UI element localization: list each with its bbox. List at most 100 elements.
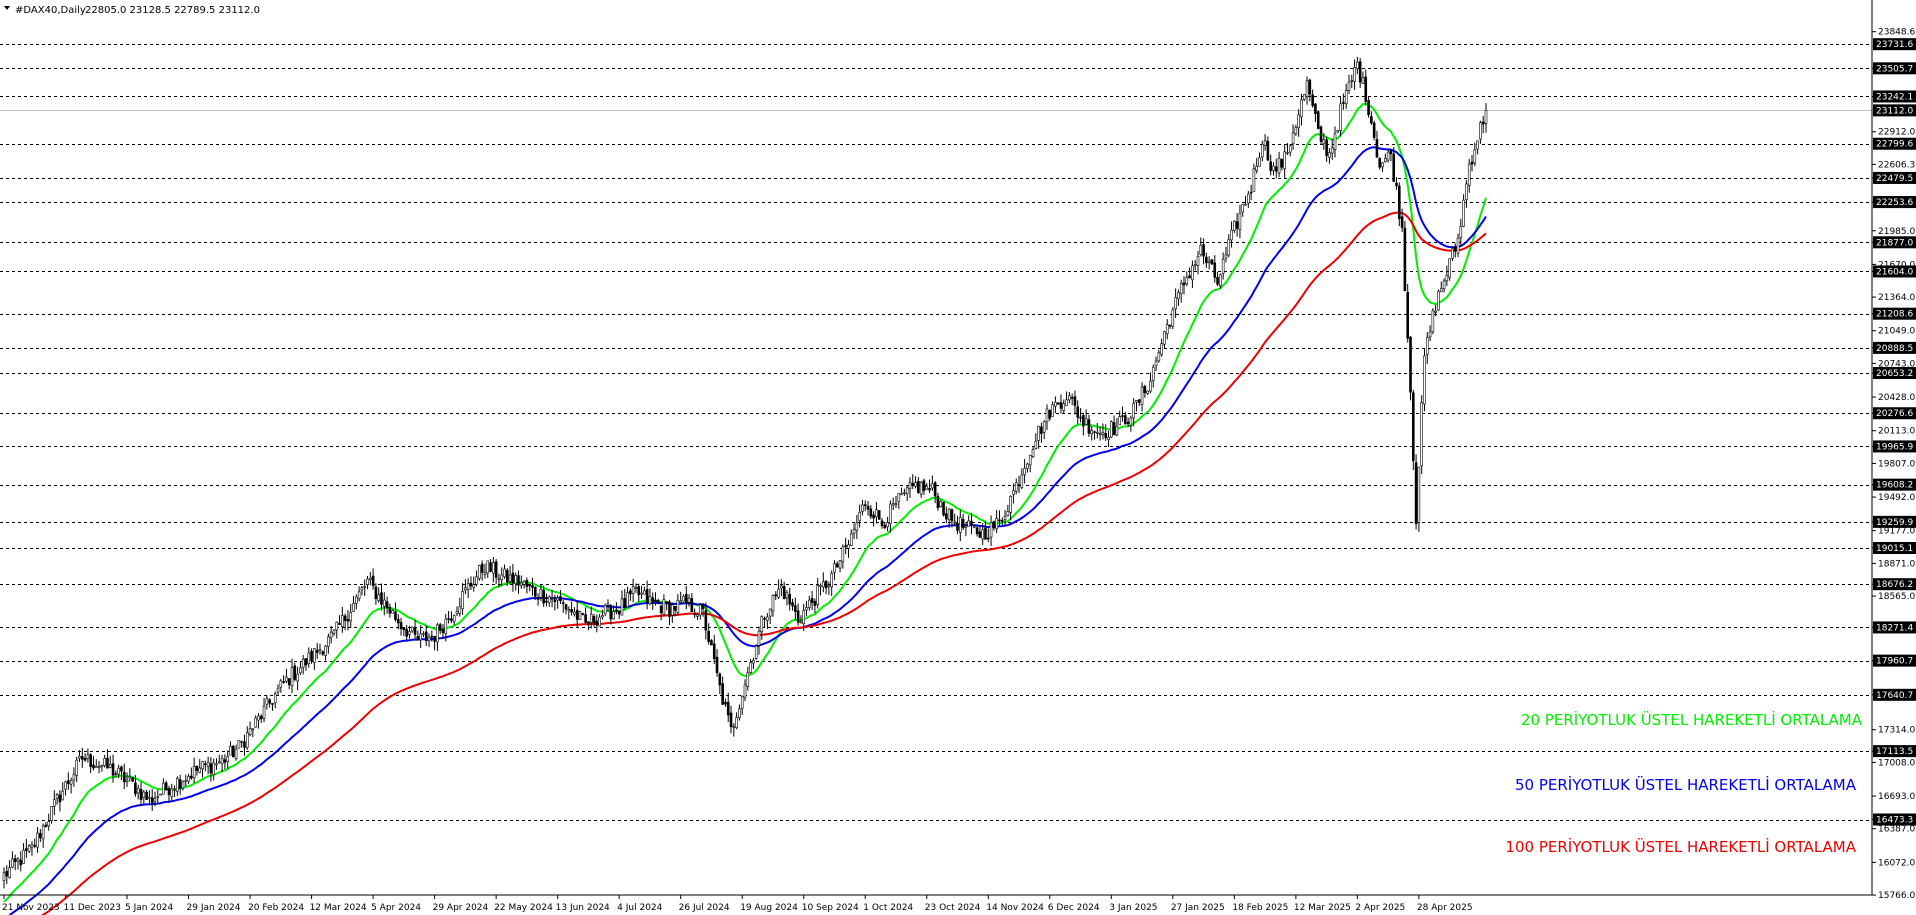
- level-price-label: 20276.6: [1876, 409, 1913, 419]
- candle-body: [422, 633, 425, 635]
- candle-body: [458, 606, 462, 614]
- candle-body: [788, 594, 792, 605]
- candle-body: [894, 503, 898, 505]
- level-price-label: 19965.9: [1876, 442, 1913, 452]
- candle-body: [218, 761, 221, 764]
- candle-body: [735, 717, 738, 729]
- candle-body: [1154, 360, 1158, 367]
- candle-body: [1056, 402, 1060, 405]
- candle-body: [508, 574, 512, 583]
- candle-body: [494, 561, 498, 578]
- candle-body: [1235, 221, 1239, 229]
- candle-body: [978, 531, 982, 538]
- candle-body: [1389, 150, 1393, 155]
- candle-body: [1163, 331, 1166, 345]
- candle-body: [313, 648, 316, 663]
- candle-body: [808, 599, 811, 608]
- candle-body: [1403, 227, 1407, 291]
- candle-body: [131, 777, 134, 782]
- candle-body: [547, 596, 551, 603]
- candle-body: [682, 595, 685, 602]
- candle-body: [715, 656, 719, 673]
- triangle-down-icon[interactable]: [4, 6, 10, 10]
- candle-body: [1199, 244, 1203, 255]
- candle-body: [1070, 396, 1074, 399]
- y-tick-label: 21364.0: [1878, 293, 1915, 303]
- candle-body: [634, 587, 638, 589]
- candle-body: [1003, 516, 1007, 520]
- candle-body: [489, 562, 492, 572]
- y-tick-label: 16072.0: [1878, 858, 1915, 868]
- candle-body: [461, 590, 464, 610]
- candle-body: [550, 598, 554, 600]
- x-tick-label: 26 Jul 2024: [679, 903, 730, 913]
- candle-body: [1375, 139, 1379, 158]
- level-price-label: 21877.0: [1876, 238, 1913, 248]
- candle-body: [866, 505, 870, 510]
- candle-body: [953, 521, 957, 524]
- candle-body: [805, 607, 808, 611]
- ema-50-line: [8, 146, 1487, 915]
- candle-body: [662, 599, 666, 615]
- candle-body: [1101, 432, 1105, 435]
- price-axis: 23848.6 23505.7 23242.1 22912.0 22606.3 22479…: [1872, 28, 1916, 901]
- candle-body: [1370, 116, 1373, 124]
- candle-body: [257, 715, 260, 721]
- candle-body: [1411, 392, 1415, 462]
- x-tick-label: 6 Dec 2024: [1048, 903, 1100, 913]
- candle-body: [399, 622, 403, 630]
- candle-body: [209, 763, 213, 774]
- candle-body: [802, 610, 806, 624]
- candle-body: [464, 587, 467, 591]
- candle-body: [2, 872, 6, 881]
- y-tick-label: 22606.3: [1878, 160, 1915, 170]
- candle-body: [564, 604, 568, 610]
- candle-body: [1244, 203, 1247, 206]
- candlesticks: [2, 56, 1488, 889]
- symbol-label: #DAX40,Daily: [15, 5, 86, 16]
- candle-body: [875, 509, 878, 518]
- candle-body: [39, 833, 42, 839]
- y-tick-label: 22912.0: [1878, 128, 1915, 138]
- candle-body: [1314, 103, 1317, 114]
- level-price-label: 17113.5: [1876, 747, 1913, 757]
- candle-body: [1096, 432, 1099, 434]
- candle-body: [771, 595, 775, 612]
- candle-body: [1115, 426, 1119, 436]
- candle-body: [841, 546, 845, 563]
- candle-body: [740, 696, 744, 709]
- candle-body: [310, 650, 313, 662]
- candle-body: [570, 609, 573, 613]
- y-tick-label: 23848.6: [1878, 28, 1915, 38]
- candle-body: [1051, 404, 1054, 417]
- candle-body: [961, 519, 965, 528]
- ohlc-values: 22805.0 23128.5 22789.5 23112.0: [85, 5, 260, 16]
- candle-body: [111, 763, 115, 776]
- x-tick-label: 14 Nov 2024: [986, 903, 1044, 913]
- candle-body: [1045, 408, 1049, 423]
- candle-body: [424, 631, 428, 642]
- candle-body: [553, 599, 557, 603]
- candle-body: [721, 683, 724, 705]
- candle-body: [782, 586, 786, 600]
- y-tick-label: 21985.0: [1878, 227, 1915, 237]
- candle-body: [637, 586, 641, 595]
- candle-body: [1423, 355, 1426, 405]
- price-chart[interactable]: 23848.6 23505.7 23242.1 22912.0 22606.3 22479…: [0, 0, 1916, 915]
- candle-body: [324, 645, 327, 656]
- candle-body: [917, 480, 920, 493]
- candle-body: [122, 771, 126, 783]
- candle-body: [226, 756, 229, 762]
- candle-body: [290, 667, 294, 687]
- candle-body: [936, 495, 940, 509]
- candle-body: [732, 725, 736, 728]
- candle-body: [1286, 152, 1289, 154]
- candle-body: [220, 758, 224, 765]
- candle-body: [710, 640, 713, 646]
- candle-body: [156, 796, 160, 798]
- candle-body: [525, 580, 529, 587]
- legend-ema100-label: 100 PERİYOTLUK ÜSTEL HAREKETLİ ORTALAMA: [1505, 837, 1856, 856]
- candle-body: [22, 849, 25, 864]
- candle-body: [984, 527, 987, 540]
- candle-body: [394, 611, 397, 621]
